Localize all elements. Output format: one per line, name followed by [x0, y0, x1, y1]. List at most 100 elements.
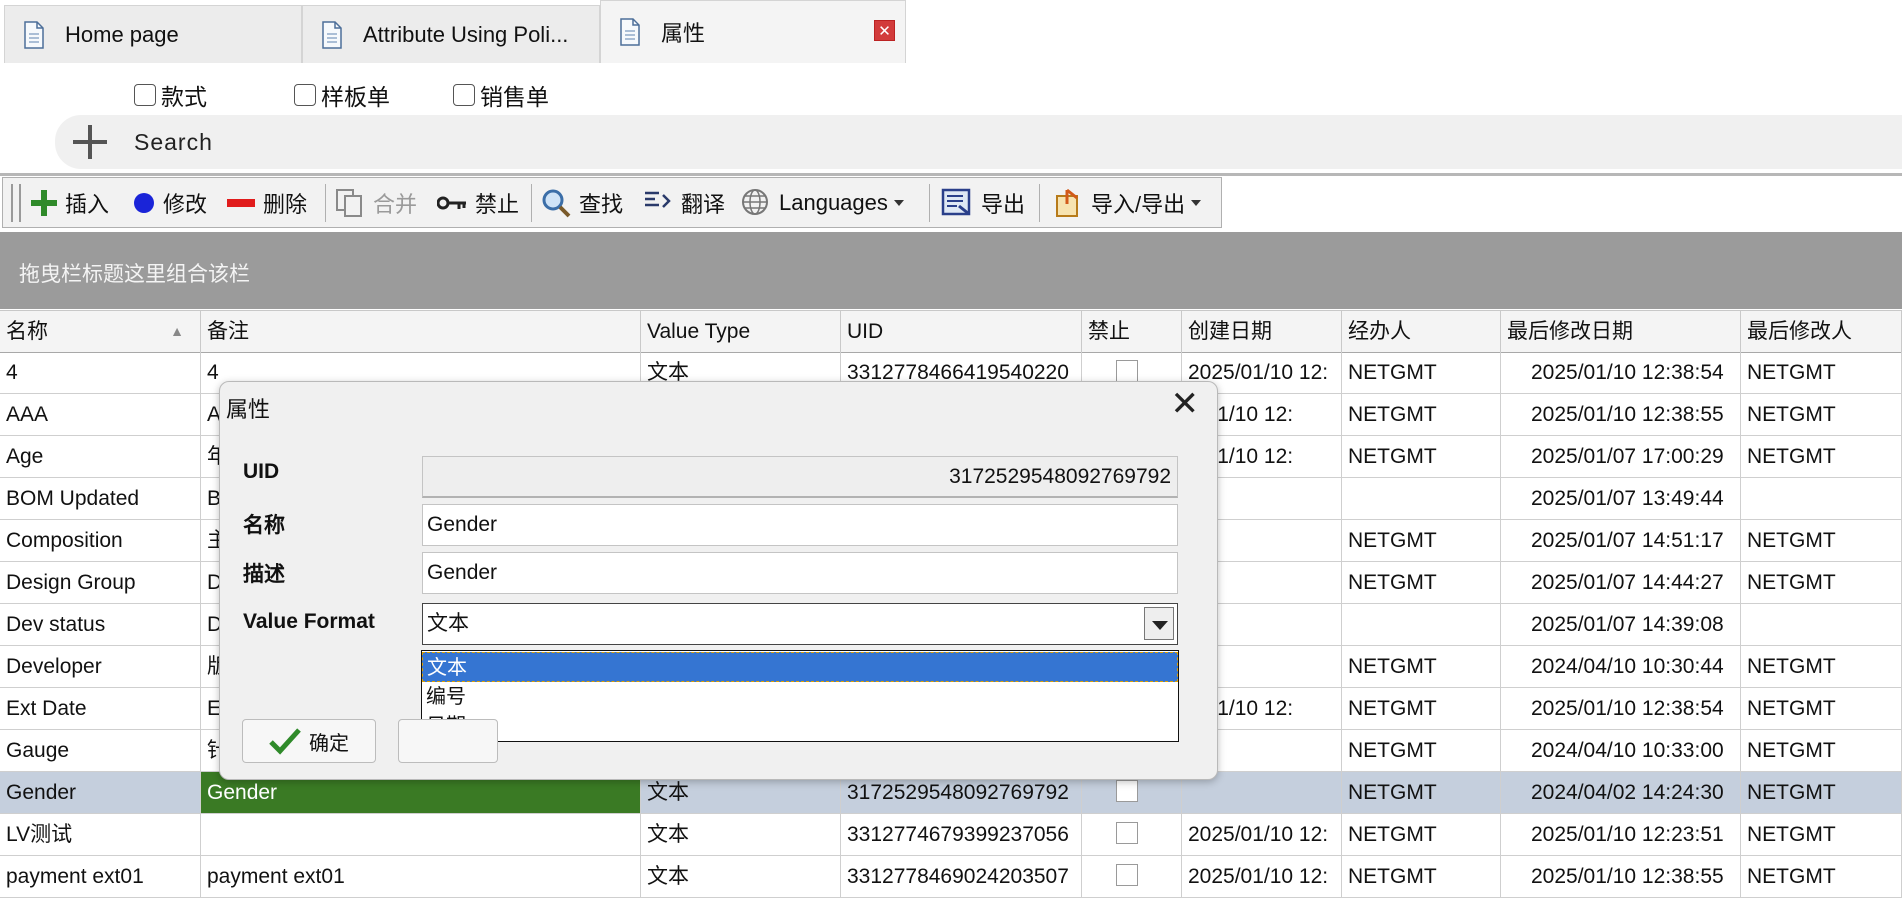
table-row[interactable]: LV测试 文本 3312774679399237056 2025/01/10 12: N…	[0, 814, 1902, 856]
modified-date-cell[interactable]: 2025/01/07 14:39:08	[1501, 604, 1741, 645]
filter-sample-checkbox[interactable]: 样板单	[294, 78, 390, 112]
column-header-modifier[interactable]: 最后修改人	[1741, 311, 1902, 352]
column-header-value-type[interactable]: Value Type	[641, 311, 841, 352]
value-type-cell[interactable]: 文本	[641, 814, 841, 855]
name-cell[interactable]: Design Group	[0, 562, 201, 603]
name-field[interactable]: Gender	[422, 504, 1178, 546]
close-icon[interactable]: ✕	[1171, 384, 1200, 424]
option-text[interactable]: 文本	[422, 652, 1178, 682]
handler-cell[interactable]: NETGMT	[1342, 394, 1501, 435]
handler-cell[interactable]: NETGMT	[1342, 352, 1501, 393]
modifier-cell[interactable]: NETGMT	[1741, 520, 1902, 561]
tab-attributes[interactable]: 属性 ✕	[600, 0, 906, 63]
find-button[interactable]: 查找	[541, 178, 623, 227]
modified-date-cell[interactable]: 2025/01/10 12:38:54	[1501, 352, 1741, 393]
description-field[interactable]: Gender	[422, 552, 1178, 594]
column-header-modified[interactable]: 最后修改日期	[1501, 311, 1741, 352]
modifier-cell[interactable]: NETGMT	[1741, 814, 1902, 855]
handler-cell[interactable]: NETGMT	[1342, 436, 1501, 477]
modifier-cell[interactable]: NETGMT	[1741, 646, 1902, 687]
modified-date-cell[interactable]: 2024/04/02 14:24:30	[1501, 772, 1741, 813]
handler-cell[interactable]: NETGMT	[1342, 856, 1501, 897]
name-cell[interactable]: Gauge	[0, 730, 201, 771]
name-cell[interactable]: BOM Updated	[0, 478, 201, 519]
name-cell[interactable]: AAA	[0, 394, 201, 435]
disabled-checkbox[interactable]	[1116, 780, 1138, 802]
modifier-cell[interactable]: NETGMT	[1741, 394, 1902, 435]
filter-sales-checkbox[interactable]: 销售单	[453, 78, 549, 112]
uid-cell[interactable]: 3312778469024203507	[841, 856, 1082, 897]
checkbox[interactable]	[294, 84, 316, 106]
option-number[interactable]: 编号	[422, 682, 1178, 712]
modifier-cell[interactable]: NETGMT	[1741, 730, 1902, 771]
modifier-cell[interactable]: NETGMT	[1741, 688, 1902, 729]
column-header-name[interactable]: 名称 ▲	[0, 311, 201, 352]
tab-attribute-using-policy[interactable]: Attribute Using Poli...	[302, 5, 600, 63]
modifier-cell[interactable]	[1741, 604, 1902, 645]
search-bar[interactable]: Search	[55, 115, 1902, 169]
handler-cell[interactable]	[1342, 478, 1501, 519]
value-type-cell[interactable]: 文本	[641, 856, 841, 897]
name-cell[interactable]: Dev status	[0, 604, 201, 645]
name-cell[interactable]: 4	[0, 352, 201, 393]
plus-icon[interactable]	[73, 125, 107, 159]
column-header-disabled[interactable]: 禁止	[1082, 311, 1182, 352]
toolbar-grip[interactable]	[11, 184, 21, 222]
delete-button[interactable]: 删除	[227, 178, 307, 227]
languages-dropdown[interactable]: Languages	[741, 178, 904, 227]
handler-cell[interactable]: NETGMT	[1342, 646, 1501, 687]
group-by-panel[interactable]: 拖曳栏标题这里组合该栏	[0, 232, 1902, 309]
edit-button[interactable]: 修改	[133, 178, 207, 227]
modified-date-cell[interactable]: 2025/01/10 12:38:54	[1501, 688, 1741, 729]
column-header-uid[interactable]: UID	[841, 311, 1082, 352]
tab-home-page[interactable]: Home page	[4, 5, 302, 63]
handler-cell[interactable]: NETGMT	[1342, 520, 1501, 561]
handler-cell[interactable]: NETGMT	[1342, 730, 1501, 771]
name-cell[interactable]: Ext Date	[0, 688, 201, 729]
uid-cell[interactable]: 3312774679399237056	[841, 814, 1082, 855]
column-header-handler[interactable]: 经办人	[1342, 311, 1501, 352]
created-date-cell[interactable]: 2025/01/10 12:	[1182, 814, 1342, 855]
translate-button[interactable]: 翻译	[643, 178, 725, 227]
modifier-cell[interactable]: NETGMT	[1741, 436, 1902, 477]
modified-date-cell[interactable]: 2025/01/10 12:38:55	[1501, 394, 1741, 435]
modified-date-cell[interactable]: 2024/04/10 10:33:00	[1501, 730, 1741, 771]
modifier-cell[interactable]: NETGMT	[1741, 772, 1902, 813]
name-cell[interactable]: LV测试	[0, 814, 201, 855]
disabled-cell[interactable]	[1082, 856, 1182, 897]
checkbox[interactable]	[453, 84, 475, 106]
disabled-checkbox[interactable]	[1116, 360, 1138, 382]
modified-date-cell[interactable]: 2025/01/10 12:38:55	[1501, 856, 1741, 897]
name-cell[interactable]: Gender	[0, 772, 201, 813]
modified-date-cell[interactable]: 2025/01/10 12:23:51	[1501, 814, 1741, 855]
merge-button[interactable]: 合并	[335, 178, 417, 227]
import-export-dropdown[interactable]: 导入/导出	[1053, 178, 1202, 227]
name-cell[interactable]: Developer	[0, 646, 201, 687]
note-cell[interactable]	[201, 814, 641, 855]
modifier-cell[interactable]	[1741, 478, 1902, 519]
handler-cell[interactable]	[1342, 604, 1501, 645]
column-header-note[interactable]: 备注	[201, 311, 641, 352]
name-cell[interactable]: payment ext01	[0, 856, 201, 897]
modified-date-cell[interactable]: 2024/04/10 10:30:44	[1501, 646, 1741, 687]
handler-cell[interactable]: NETGMT	[1342, 688, 1501, 729]
disabled-cell[interactable]	[1082, 814, 1182, 855]
ok-button[interactable]: 确定	[242, 719, 376, 763]
disabled-checkbox[interactable]	[1116, 822, 1138, 844]
chevron-down-icon[interactable]	[1144, 607, 1174, 640]
disable-button[interactable]: 禁止	[437, 178, 519, 227]
modified-date-cell[interactable]: 2025/01/07 17:00:29	[1501, 436, 1741, 477]
modifier-cell[interactable]: NETGMT	[1741, 352, 1902, 393]
name-cell[interactable]: Age	[0, 436, 201, 477]
modified-date-cell[interactable]: 2025/01/07 13:49:44	[1501, 478, 1741, 519]
value-format-select[interactable]: 文本	[422, 603, 1178, 645]
modified-date-cell[interactable]: 2025/01/07 14:44:27	[1501, 562, 1741, 603]
created-date-cell[interactable]: 2025/01/10 12:	[1182, 856, 1342, 897]
close-tab-icon[interactable]: ✕	[874, 20, 895, 41]
modified-date-cell[interactable]: 2025/01/07 14:51:17	[1501, 520, 1741, 561]
export-button[interactable]: 导出	[941, 178, 1025, 227]
note-cell[interactable]: payment ext01	[201, 856, 641, 897]
insert-button[interactable]: 插入	[31, 178, 109, 227]
modifier-cell[interactable]: NETGMT	[1741, 562, 1902, 603]
cancel-button[interactable]	[398, 719, 498, 763]
